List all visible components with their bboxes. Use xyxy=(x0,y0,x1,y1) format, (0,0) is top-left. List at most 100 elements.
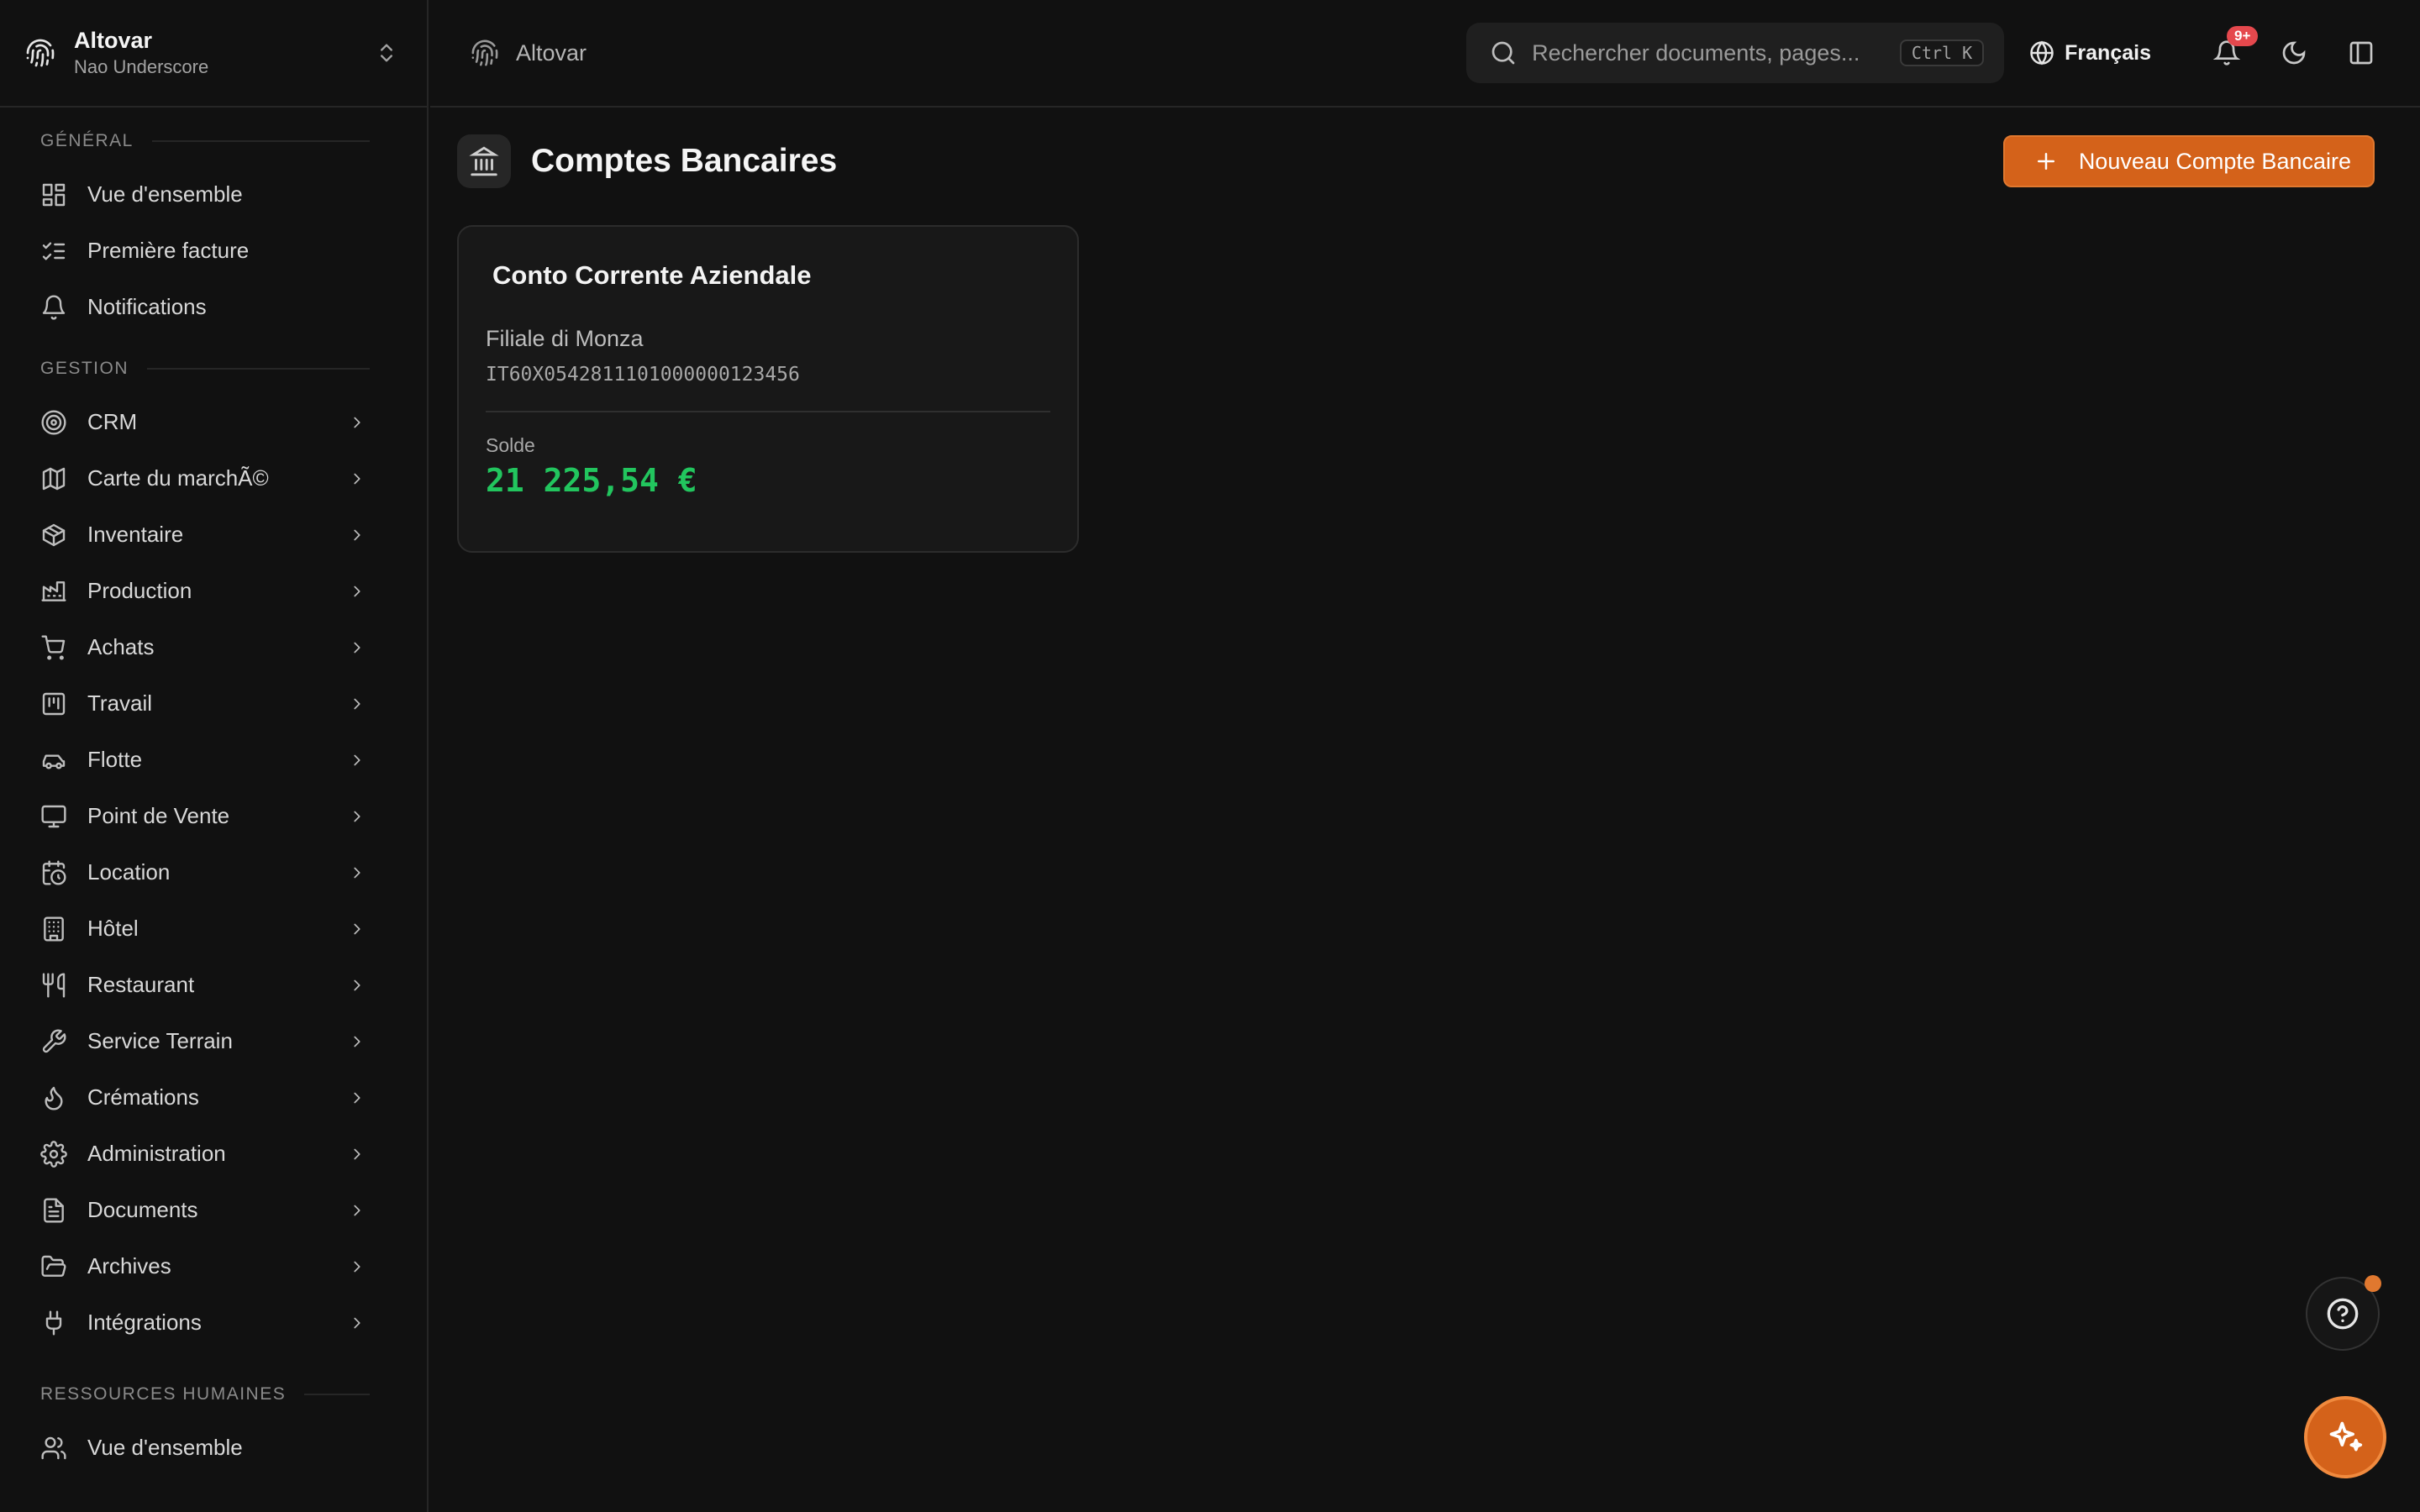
balance-value: 21 225,54 € xyxy=(486,462,697,499)
sparkles-icon xyxy=(2327,1419,2364,1456)
sidebar-item-cremations[interactable]: Crémations xyxy=(0,1069,427,1126)
monitor-icon xyxy=(40,803,67,830)
sidebar-item-production[interactable]: Production xyxy=(0,563,427,619)
notifications-button[interactable]: 9+ xyxy=(2202,26,2259,78)
balance-label: Solde xyxy=(486,434,535,456)
plus-icon xyxy=(2033,149,2079,174)
org-switcher[interactable]: Altovar Nao Underscore xyxy=(0,0,427,108)
dashboard-icon xyxy=(40,181,67,208)
sidebar-item-achats[interactable]: Achats xyxy=(0,619,427,675)
sidebar-item-restaurant[interactable]: Restaurant xyxy=(0,957,427,1013)
page-title: Comptes Bancaires xyxy=(531,143,838,179)
search-box[interactable]: Ctrl K xyxy=(1466,23,2005,83)
chevron-right-icon xyxy=(348,976,366,995)
chevron-right-icon xyxy=(348,695,366,713)
sidebar-nav: GÉNÉRAL Vue d'ensemble Première facture Not… xyxy=(0,126,427,1476)
chevron-right-icon xyxy=(348,920,366,938)
gear-icon xyxy=(40,1140,67,1168)
section-title: RESSOURCES HUMAINES xyxy=(40,1384,287,1404)
kanban-icon xyxy=(40,690,67,717)
section-divider xyxy=(304,1394,370,1395)
app-window: Altovar Nao Underscore GÉNÉRAL Vue d'ense… xyxy=(0,0,2420,1512)
folder-open-icon xyxy=(40,1253,67,1280)
flame-icon xyxy=(40,1084,67,1111)
breadcrumb-label[interactable]: Altovar xyxy=(516,40,587,66)
sidebar-item-carte-du-marcha[interactable]: Carte du marchÃ© xyxy=(0,450,427,507)
nav-section: GESTION CRM Carte du marchÃ© Inventaire Prod… xyxy=(0,354,427,1351)
chevron-right-icon xyxy=(348,1201,366,1220)
breadcrumb: Altovar xyxy=(471,39,587,67)
notification-badge: 9+ xyxy=(2227,26,2259,46)
language-selector[interactable]: Français xyxy=(2029,40,2151,66)
search-input[interactable] xyxy=(1532,39,1900,66)
sidebar-item-vue-d-ensemble[interactable]: Vue d'ensemble xyxy=(0,1420,427,1476)
account-iban: IT60X0542811101000000123456 xyxy=(486,364,800,386)
sidebar-item-documents[interactable]: Documents xyxy=(0,1182,427,1238)
sidebar-item-label: Carte du marchÃ© xyxy=(87,465,269,491)
help-button[interactable] xyxy=(2306,1275,2381,1351)
chevron-right-icon xyxy=(348,807,366,826)
sidebar-item-label: Documents xyxy=(87,1197,198,1222)
moon-icon xyxy=(2281,39,2307,66)
nav-section: RESSOURCES HUMAINES Vue d'ensemble xyxy=(0,1379,427,1476)
account-branch: Filiale di Monza xyxy=(486,326,644,351)
car-icon xyxy=(40,747,67,774)
new-bank-account-label: Nouveau Compte Bancaire xyxy=(2078,148,2351,174)
cart-icon xyxy=(40,634,67,661)
language-label: Français xyxy=(2065,40,2151,65)
page-header: Comptes Bancaires Nouveau Compte Bancair… xyxy=(457,109,2375,213)
section-label: GESTION xyxy=(0,354,427,384)
chevron-right-icon xyxy=(348,864,366,882)
calendar-clock-icon xyxy=(40,859,67,886)
sidebar-item-label: Vue d'ensemble xyxy=(87,181,243,207)
chevron-right-icon xyxy=(348,1257,366,1276)
sidebar: Altovar Nao Underscore GÉNÉRAL Vue d'ense… xyxy=(0,0,429,1512)
plug-icon xyxy=(40,1310,67,1336)
bank-account-card[interactable]: Conto Corrente Aziendale Filiale di Monz… xyxy=(457,225,1079,553)
sidebar-item-label: Première facture xyxy=(87,238,250,263)
sidebar-item-label: Travail xyxy=(87,690,153,716)
sidebar-item-flotte[interactable]: Flotte xyxy=(0,732,427,788)
sidebar-item-integrations[interactable]: Intégrations xyxy=(0,1294,427,1351)
chevron-right-icon xyxy=(348,470,366,488)
chevron-right-icon xyxy=(348,1032,366,1051)
main-content: Comptes Bancaires Nouveau Compte Bancair… xyxy=(430,109,2420,1512)
fingerprint-icon xyxy=(25,38,55,68)
sidebar-item-premiere-facture[interactable]: Première facture xyxy=(0,223,427,279)
sidebar-item-hotel[interactable]: Hôtel xyxy=(0,900,427,957)
sidebar-item-administration[interactable]: Administration xyxy=(0,1126,427,1182)
fingerprint-icon xyxy=(471,39,499,67)
section-label: RESSOURCES HUMAINES xyxy=(0,1379,427,1410)
chevron-right-icon xyxy=(348,751,366,769)
bell-icon xyxy=(40,294,67,321)
search-icon xyxy=(1490,39,1517,66)
org-name: Altovar xyxy=(74,28,153,53)
sidebar-item-vue-d-ensemble[interactable]: Vue d'ensemble xyxy=(0,166,427,223)
sidebar-item-travail[interactable]: Travail xyxy=(0,675,427,732)
sidebar-item-label: Flotte xyxy=(87,747,143,772)
chevron-right-icon xyxy=(348,1089,366,1107)
theme-toggle-button[interactable] xyxy=(2269,28,2319,78)
sidebar-item-location[interactable]: Location xyxy=(0,844,427,900)
nav-section: GÉNÉRAL Vue d'ensemble Première facture Not… xyxy=(0,126,427,335)
sidebar-item-notifications[interactable]: Notifications xyxy=(0,279,427,335)
chevron-right-icon xyxy=(348,582,366,601)
sidebar-item-service-terrain[interactable]: Service Terrain xyxy=(0,1013,427,1069)
search-shortcut: Ctrl K xyxy=(1899,39,1985,66)
sidebar-item-label: CRM xyxy=(87,409,138,434)
sidebar-item-label: Inventaire xyxy=(87,522,184,547)
sidebar-item-label: Point de Vente xyxy=(87,803,230,828)
sidebar-item-label: Service Terrain xyxy=(87,1028,233,1053)
help-circle-icon xyxy=(2326,1297,2360,1331)
sidebar-item-crm[interactable]: CRM xyxy=(0,394,427,450)
sidebar-toggle-button[interactable] xyxy=(2336,28,2386,78)
checklist-icon xyxy=(40,238,67,265)
help-indicator-dot xyxy=(2365,1275,2381,1292)
sidebar-item-point-de-vente[interactable]: Point de Vente xyxy=(0,788,427,844)
new-bank-account-button[interactable]: Nouveau Compte Bancaire xyxy=(2002,135,2375,187)
sidebar-item-label: Notifications xyxy=(87,294,207,319)
sidebar-item-archives[interactable]: Archives xyxy=(0,1238,427,1294)
ai-assistant-button[interactable] xyxy=(2304,1396,2386,1478)
sidebar-item-inventaire[interactable]: Inventaire xyxy=(0,507,427,563)
sidebar-item-label: Hôtel xyxy=(87,916,139,941)
